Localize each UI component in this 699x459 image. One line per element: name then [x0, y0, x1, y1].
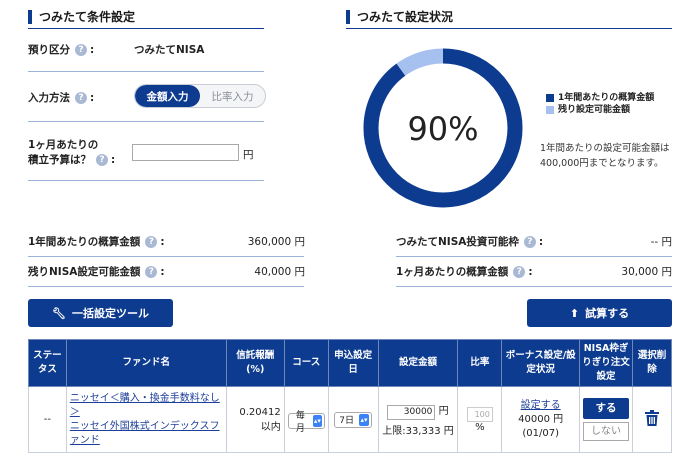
legend-swatch	[546, 94, 554, 102]
divider	[346, 28, 672, 29]
bulk-setting-tool-button[interactable]: 🔧︎ 一括設定ツール	[28, 299, 173, 327]
fund-table: ステータス ファンド名 信託報酬(%) コース 申込設定日 設定金額 比率 ボー…	[28, 339, 672, 453]
header-bonus: ボーナス設定/設定状況	[501, 339, 581, 387]
monthly-amount-value: 30,000 円	[621, 266, 672, 278]
chevron-down-icon: ▴▾	[359, 413, 369, 426]
title-bar	[28, 9, 32, 24]
monthly-amount-label: 1ヶ月あたりの概算金額?:	[396, 265, 533, 278]
question-icon[interactable]: ?	[75, 43, 87, 56]
donut-chart: 90%	[363, 48, 523, 208]
divider	[28, 286, 304, 287]
trash-icon[interactable]	[645, 410, 660, 426]
fund-name-link[interactable]: ニッセイ＜購入・換金手数料なし＞ ニッセイ外国株式インデックスファンド	[70, 392, 223, 448]
fund-cell: ニッセイ＜購入・換金手数料なし＞ ニッセイ外国株式インデックスファンド	[65, 386, 227, 453]
title-bar	[346, 9, 350, 24]
arrow-circle-icon: ⬆︎	[569, 306, 580, 320]
limit-note: 1年間あたりの設定可能金額は 400,000円までとなります。	[540, 143, 670, 169]
invest-limit-label: つみたてNISA投資可能枠?:	[396, 235, 544, 248]
ratio-input-option[interactable]: 比率入力	[200, 85, 265, 107]
divider	[396, 256, 672, 257]
nisa-limit-cell: する しない	[579, 386, 634, 453]
header-delete: 選択削除	[632, 339, 672, 387]
table-row: -- ニッセイ＜購入・換金手数料なし＞ ニッセイ外国株式インデックスファンド 0.…	[28, 386, 672, 453]
divider	[28, 256, 304, 257]
bonus-date: (01/07)	[522, 427, 559, 439]
nisa-limit-on-button[interactable]: する	[583, 398, 630, 419]
bonus-cell: 設定する 40000 円 (01/07)	[501, 386, 581, 453]
ratio-cell: 100 %	[457, 386, 503, 453]
divider	[396, 286, 672, 287]
annual-amount-value: 360,000 円	[247, 236, 305, 248]
course-cell: 毎月 ▴▾	[283, 386, 329, 453]
question-icon[interactable]: ?	[75, 91, 87, 104]
input-method-toggle[interactable]: 金額入力 比率入力	[134, 84, 266, 108]
divider	[28, 71, 264, 72]
wrench-icon: 🔧︎	[52, 306, 66, 320]
header-day: 申込設定日	[327, 339, 379, 387]
chart-legend: 1年間あたりの概算金額 残り設定可能金額	[546, 92, 654, 116]
legend-remain: 残り設定可能金額	[546, 104, 654, 116]
table-header-row: ステータス ファンド名 信託報酬(%) コース 申込設定日 設定金額 比率 ボー…	[28, 339, 672, 387]
header-nisa-limit: NISA枠ぎりぎり注文設定	[579, 339, 634, 387]
account-label: 預り区分?:	[28, 43, 95, 56]
amount-limit: 上限:33,333 円	[382, 426, 454, 437]
trial-calc-button[interactable]: ⬆︎ 試算する	[527, 299, 672, 327]
header-status: ステータス	[28, 339, 67, 387]
header-amount: 設定金額	[377, 339, 459, 387]
nisa-limit-off-button[interactable]: しない	[583, 422, 630, 441]
question-icon[interactable]: ?	[523, 235, 536, 248]
budget-unit: 円	[243, 149, 254, 161]
fee-cell: 0.20412 以内	[225, 386, 285, 453]
status-cell: --	[28, 386, 67, 453]
header-ratio: 比率	[457, 339, 503, 387]
question-icon[interactable]: ?	[513, 265, 526, 278]
annual-amount-label: 1年間あたりの概算金額?:	[28, 235, 165, 248]
budget-label-1: 1ヶ月あたりの	[28, 139, 99, 151]
amount-input[interactable]: 30000	[387, 405, 436, 420]
day-select[interactable]: 7日 ▴▾	[334, 411, 372, 428]
delete-cell	[632, 386, 672, 453]
day-cell: 7日 ▴▾	[327, 386, 379, 453]
remaining-nisa-value: 40,000 円	[254, 266, 305, 278]
conditions-title: つみたて条件設定	[28, 8, 135, 25]
divider	[28, 180, 264, 181]
chevron-down-icon: ▴▾	[313, 415, 322, 427]
header-fee: 信託報酬(%)	[225, 339, 285, 387]
header-course: コース	[283, 339, 329, 387]
invest-limit-value: -- 円	[650, 236, 672, 248]
input-method-label: 入力方法?:	[28, 91, 95, 104]
status-title: つみたて設定状況	[346, 8, 453, 25]
legend-annual: 1年間あたりの概算金額	[546, 92, 654, 104]
course-select[interactable]: 毎月 ▴▾	[287, 411, 325, 434]
bonus-amount: 40000 円	[518, 413, 564, 425]
donut-percent: 90%	[407, 110, 478, 148]
amount-input-option[interactable]: 金額入力	[135, 85, 200, 107]
amount-cell: 30000 円 上限:33,333 円	[377, 386, 459, 453]
remaining-nisa-label: 残りNISA設定可能金額?:	[28, 265, 165, 278]
account-value: つみたてNISA	[134, 44, 205, 56]
question-icon[interactable]: ?	[145, 235, 158, 248]
question-icon[interactable]: ?	[96, 153, 108, 166]
question-icon[interactable]: ?	[145, 265, 158, 278]
divider	[28, 28, 264, 29]
ratio-input[interactable]: 100	[466, 406, 493, 422]
budget-label-2: 積立予算は？?:	[28, 153, 116, 166]
monthly-budget-input[interactable]	[132, 144, 239, 161]
bonus-setting-link[interactable]: 設定する	[521, 400, 561, 411]
legend-swatch	[546, 106, 554, 114]
divider	[28, 121, 264, 122]
header-fund: ファンド名	[65, 339, 227, 387]
